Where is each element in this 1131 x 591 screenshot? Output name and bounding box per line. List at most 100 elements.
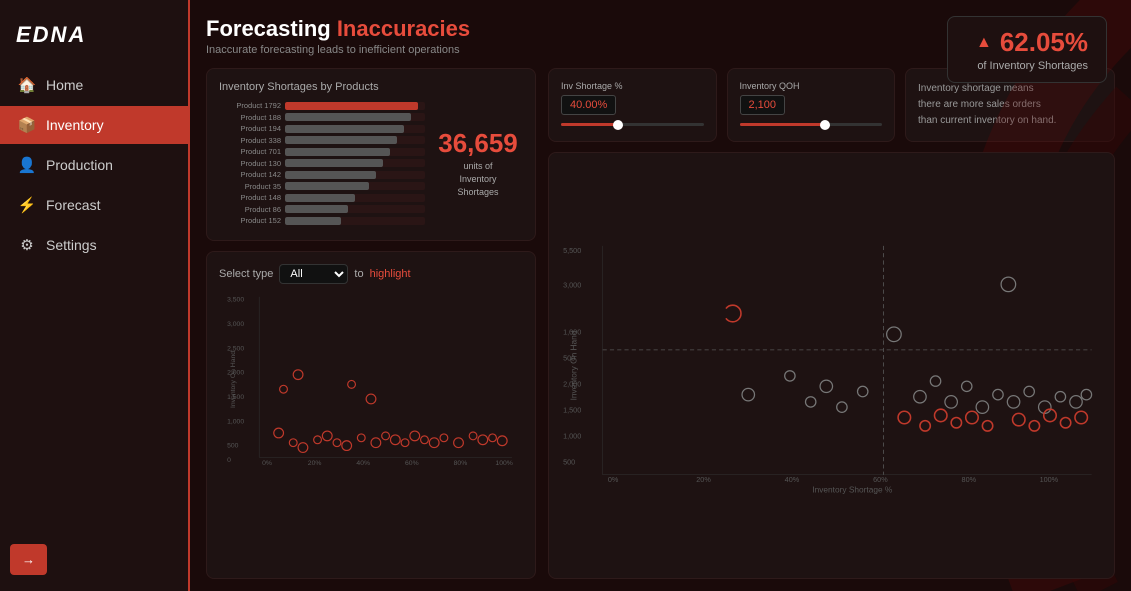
- shortage-slider-track[interactable]: [561, 123, 704, 126]
- bar-track: [285, 205, 425, 213]
- qoh-slider-card: Inventory QOH 2,100: [727, 68, 896, 142]
- bar-label: Product 188: [219, 113, 281, 122]
- svg-text:Inventory On Hand: Inventory On Hand: [230, 350, 237, 407]
- settings-icon: ⚙: [18, 236, 36, 254]
- left-scatter-container: 3,500 3,000 2,500 2,000 1,500 1,000 500 …: [219, 292, 523, 467]
- svg-text:3,000: 3,000: [227, 321, 244, 328]
- inventory-icon: 📦: [18, 116, 36, 134]
- sidebar-item-forecast[interactable]: ⚡ Forecast: [0, 186, 188, 224]
- svg-text:5,500: 5,500: [563, 246, 581, 255]
- right-scatter-card: 5,500 3,000 1,000 500 2,000 1,500 1,000 …: [548, 152, 1115, 579]
- svg-text:0: 0: [227, 457, 231, 464]
- sidebar-item-production[interactable]: 👤 Production: [0, 146, 188, 184]
- bar-label: Product 130: [219, 159, 281, 168]
- badge-row: ▲ 62.05%: [976, 27, 1088, 58]
- bar-track: [285, 171, 425, 179]
- shortage-badge: ▲ 62.05% of Inventory Shortages: [947, 16, 1107, 83]
- home-icon: 🏠: [18, 76, 36, 94]
- highlight-value: highlight: [370, 268, 411, 280]
- svg-text:100%: 100%: [495, 460, 512, 467]
- nav-label-forecast: Forecast: [46, 197, 100, 213]
- production-icon: 👤: [18, 156, 36, 174]
- shortage-slider-card: Inv Shortage % 40.00%: [548, 68, 717, 142]
- title-plain: Forecasting: [206, 16, 337, 41]
- svg-text:0%: 0%: [608, 475, 619, 484]
- nav-label-production: Production: [46, 157, 113, 173]
- alert-icon: ▲: [976, 34, 992, 52]
- type-select[interactable]: All Type A Type B: [279, 264, 348, 284]
- sidebar-item-inventory[interactable]: 📦 Inventory: [0, 106, 188, 144]
- bar-fill: [285, 171, 376, 179]
- svg-text:80%: 80%: [962, 475, 977, 484]
- bar-row: Product 86: [219, 205, 425, 214]
- bar-track: [285, 182, 425, 190]
- bar-row: Product 1792: [219, 101, 425, 110]
- svg-text:60%: 60%: [405, 460, 419, 467]
- right-scatter-svg: 5,500 3,000 1,000 500 2,000 1,500 1,000 …: [561, 165, 1102, 566]
- bar-label: Product 1792: [219, 101, 281, 110]
- bar-fill: [285, 182, 369, 190]
- inventory-stat: 36,659 units ofInventoryShortages: [433, 101, 523, 228]
- bar-track: [285, 159, 425, 167]
- qoh-slider-fill: [740, 123, 826, 126]
- sidebar-nav: 🏠 Home 📦 Inventory 👤 Production ⚡ Foreca…: [0, 66, 188, 534]
- right-panel: Inv Shortage % 40.00% Inventory QOH 2,10…: [548, 68, 1115, 579]
- highlight-prefix: to: [354, 268, 363, 280]
- right-scatter-inner: 5,500 3,000 1,000 500 2,000 1,500 1,000 …: [561, 165, 1102, 566]
- svg-text:500: 500: [227, 442, 239, 449]
- bar-track: [285, 113, 425, 121]
- left-scatter-svg: 3,500 3,000 2,500 2,000 1,500 1,000 500 …: [219, 292, 523, 467]
- info-text: Inventory shortage meansthere are more s…: [918, 81, 1102, 129]
- bar-label: Product 35: [219, 182, 281, 191]
- svg-text:1,000: 1,000: [227, 418, 244, 425]
- svg-text:80%: 80%: [454, 460, 468, 467]
- shortage-slider-title: Inv Shortage %: [561, 81, 704, 91]
- qoh-slider-value: 2,100: [740, 95, 786, 115]
- svg-text:60%: 60%: [873, 475, 888, 484]
- bar-fill: [285, 136, 397, 144]
- left-scatter-card: Select type All Type A Type B to highlig…: [206, 251, 536, 580]
- logout-button[interactable]: →: [10, 544, 47, 575]
- bar-chart-area: Product 1792 Product 188 Product 194 Pro…: [219, 101, 425, 228]
- bar-row: Product 130: [219, 159, 425, 168]
- shortage-slider-fill: [561, 123, 618, 126]
- nav-label-home: Home: [46, 77, 83, 93]
- main-content: Forecasting Inaccuracies Inaccurate fore…: [190, 0, 1131, 591]
- badge-label: of Inventory Shortages: [977, 60, 1088, 72]
- shortage-slider-thumb: [613, 120, 623, 130]
- bar-label: Product 194: [219, 124, 281, 133]
- stat-number: 36,659: [438, 130, 518, 156]
- svg-text:3,500: 3,500: [227, 296, 244, 303]
- sidebar-item-settings[interactable]: ⚙ Settings: [0, 226, 188, 264]
- bar-row: Product 188: [219, 113, 425, 122]
- title-accent: Inaccuracies: [337, 16, 470, 41]
- forecast-icon: ⚡: [18, 196, 36, 214]
- bar-row: Product 194: [219, 124, 425, 133]
- svg-text:Inventory On Hand: Inventory On Hand: [569, 330, 579, 400]
- select-type-label: Select type: [219, 268, 273, 280]
- bar-fill: [285, 194, 355, 202]
- bar-fill: [285, 102, 418, 110]
- qoh-slider-track[interactable]: [740, 123, 883, 126]
- bar-fill: [285, 113, 411, 121]
- inventory-card-title: Inventory Shortages by Products: [219, 81, 523, 93]
- svg-text:100%: 100%: [1040, 475, 1059, 484]
- svg-text:0%: 0%: [262, 460, 272, 467]
- qoh-slider-thumb: [820, 120, 830, 130]
- bar-row: Product 152: [219, 216, 425, 225]
- bar-track: [285, 125, 425, 133]
- sidebar-item-home[interactable]: 🏠 Home: [0, 66, 188, 104]
- bar-label: Product 701: [219, 147, 281, 156]
- bar-row: Product 338: [219, 136, 425, 145]
- svg-text:500: 500: [563, 457, 575, 466]
- qoh-slider-title: Inventory QOH: [740, 81, 883, 91]
- svg-text:40%: 40%: [785, 475, 800, 484]
- select-type-row: Select type All Type A Type B to highlig…: [219, 264, 523, 284]
- svg-text:1,500: 1,500: [563, 405, 581, 414]
- bar-row: Product 701: [219, 147, 425, 156]
- shortage-slider-value: 40.00%: [561, 95, 616, 115]
- bar-label: Product 142: [219, 170, 281, 179]
- bar-fill: [285, 205, 348, 213]
- bar-fill: [285, 148, 390, 156]
- inventory-shortages-card: Inventory Shortages by Products Product …: [206, 68, 536, 241]
